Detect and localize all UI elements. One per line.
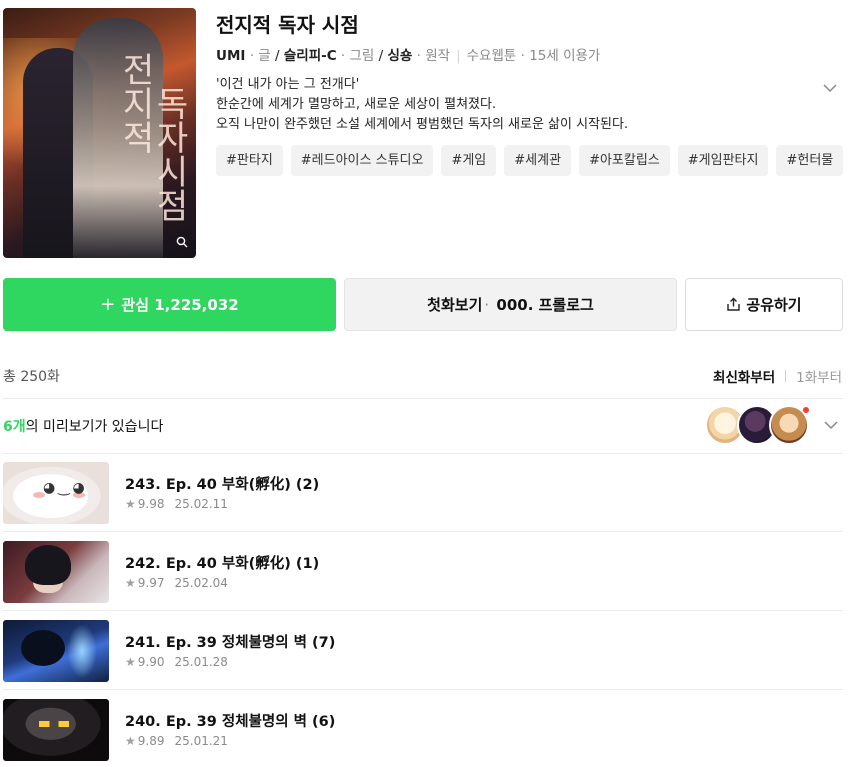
original-author-name[interactable]: 싱숑 (388, 48, 413, 64)
artist-name[interactable]: 슬리피-C (284, 48, 337, 64)
star-icon: ★ (125, 576, 136, 590)
episode-item[interactable]: 240. Ep. 39 정체불명의 벽 (6) ★ 9.89 25.01.21 (3, 690, 843, 767)
episode-thumbnail (3, 620, 109, 682)
first-episode-title: 000. 프롤로그 (496, 296, 594, 314)
episode-title: 243. Ep. 40 부화(孵化) (2) (125, 477, 320, 493)
favorite-count: 1,225,032 (154, 295, 239, 314)
divider (785, 370, 787, 382)
author-name[interactable]: UMI (216, 48, 245, 64)
favorite-button[interactable]: + 관심 1,225,032 (3, 278, 336, 331)
author-role: 글 (258, 48, 271, 64)
chevron-down-icon[interactable] (820, 78, 840, 98)
first-episode-button[interactable]: 첫화보기 · 000. 프롤로그 (344, 278, 677, 331)
schedule: 수요웹툰 (466, 48, 517, 64)
episode-info: ★ 9.97 25.02.04 (125, 576, 228, 590)
description-line: '이건 내가 아는 그 전개다' (216, 77, 360, 92)
episode-rating: 9.98 (137, 497, 165, 511)
episode-thumbnail (3, 699, 109, 761)
webtoon-cover[interactable]: 전지적 독자시점 (3, 8, 196, 258)
preview-text: 의 미리보기가 있습니다 (25, 419, 164, 435)
tag-game-fantasy[interactable]: #게임판타지 (677, 145, 769, 176)
divider (3, 398, 843, 399)
episode-count: 총 250화 (3, 369, 60, 385)
tag-apocalypse[interactable]: #아포칼립스 (579, 145, 670, 176)
episode-date: 25.01.21 (174, 734, 228, 748)
divider: | (456, 48, 461, 64)
star-icon: ★ (125, 497, 136, 511)
episode-info: ★ 9.90 25.01.28 (125, 655, 228, 669)
description-line: 오직 나만이 완주했던 소설 세계에서 평범했던 독자의 새로운 삶이 시작된다… (216, 117, 629, 132)
episode-title: 241. Ep. 39 정체불명의 벽 (7) (125, 635, 336, 651)
sort-latest[interactable]: 최신화부터 (713, 366, 775, 386)
search-icon[interactable] (174, 236, 190, 252)
star-icon: ★ (125, 734, 136, 748)
webtoon-description: '이건 내가 아는 그 전개다' 한순간에 세계가 멸망하고, 새로운 세상이 … (216, 75, 776, 135)
sort-options: 최신화부터 1화부터 (713, 366, 842, 386)
chevron-down-icon[interactable] (821, 415, 841, 435)
preview-avatars[interactable] (705, 405, 813, 447)
episode-thumbnail: ◕‿◕ (3, 462, 109, 524)
tag-hunter[interactable]: #헌터물 (776, 145, 844, 176)
tag-studio[interactable]: #레드아이스 스튜디오 (290, 145, 434, 176)
tag-worldview[interactable]: #세계관 (504, 145, 572, 176)
sort-first[interactable]: 1화부터 (796, 366, 842, 386)
webtoon-credits: UMI · 글 / 슬리피-C · 그림 / 싱숑 · 원작 | 수요웹툰 · 15… (216, 48, 601, 64)
preview-notice[interactable]: 6개의 미리보기가 있습니다 (3, 416, 163, 436)
thumb-detail (39, 721, 69, 727)
first-episode-label: 첫화보기 (427, 296, 483, 314)
tag-fantasy[interactable]: #판타지 (216, 145, 283, 176)
star-icon: ★ (125, 655, 136, 669)
episode-rating: 9.90 (137, 655, 165, 669)
episode-rating: 9.97 (137, 576, 165, 590)
episode-date: 25.02.04 (174, 576, 228, 590)
tag-game[interactable]: #게임 (441, 145, 497, 176)
thumb-detail (25, 545, 71, 585)
episode-info: ★ 9.98 25.02.11 (125, 497, 228, 511)
episode-rating: 9.89 (137, 734, 165, 748)
artist-role: 그림 (349, 48, 375, 64)
age-rating: 15세 이용가 (529, 48, 601, 64)
episode-item[interactable]: ◕‿◕ 243. Ep. 40 부화(孵化) (2) ★ 9.98 25.02.… (3, 453, 843, 532)
favorite-label: 관심 (121, 296, 149, 314)
original-author-role: 원작 (425, 48, 451, 64)
notification-dot (802, 406, 810, 414)
episode-list: ◕‿◕ 243. Ep. 40 부화(孵化) (2) ★ 9.98 25.02.… (3, 453, 843, 767)
episode-title: 242. Ep. 40 부화(孵化) (1) (125, 556, 320, 572)
episode-title: 240. Ep. 39 정체불명의 벽 (6) (125, 714, 336, 730)
episode-info: ★ 9.89 25.01.21 (125, 734, 228, 748)
episode-item[interactable]: 241. Ep. 39 정체불명의 벽 (7) ★ 9.90 25.01.28 (3, 611, 843, 690)
description-line: 한순간에 세계가 멸망하고, 새로운 세상이 펼쳐졌다. (216, 97, 497, 112)
thumb-detail (67, 624, 97, 678)
plus-icon: + (100, 294, 116, 315)
episode-date: 25.01.28 (174, 655, 228, 669)
share-button[interactable]: 공유하기 (685, 278, 843, 331)
episode-item[interactable]: 242. Ep. 40 부화(孵化) (1) ★ 9.97 25.02.04 (3, 532, 843, 611)
thumb-detail: ◕‿◕ (43, 480, 88, 496)
share-icon (727, 297, 741, 311)
tag-list: #판타지 #레드아이스 스튜디오 #게임 #세계관 #아포칼립스 #게임판타지 … (216, 145, 844, 176)
share-label: 공유하기 (746, 296, 802, 314)
webtoon-title: 전지적 독자 시점 (216, 13, 359, 37)
cover-title-text: 독자시점 (149, 86, 189, 222)
preview-count: 6개 (3, 419, 26, 435)
thumb-detail (21, 630, 65, 666)
episode-date: 25.02.11 (174, 497, 228, 511)
episode-thumbnail (3, 541, 109, 603)
